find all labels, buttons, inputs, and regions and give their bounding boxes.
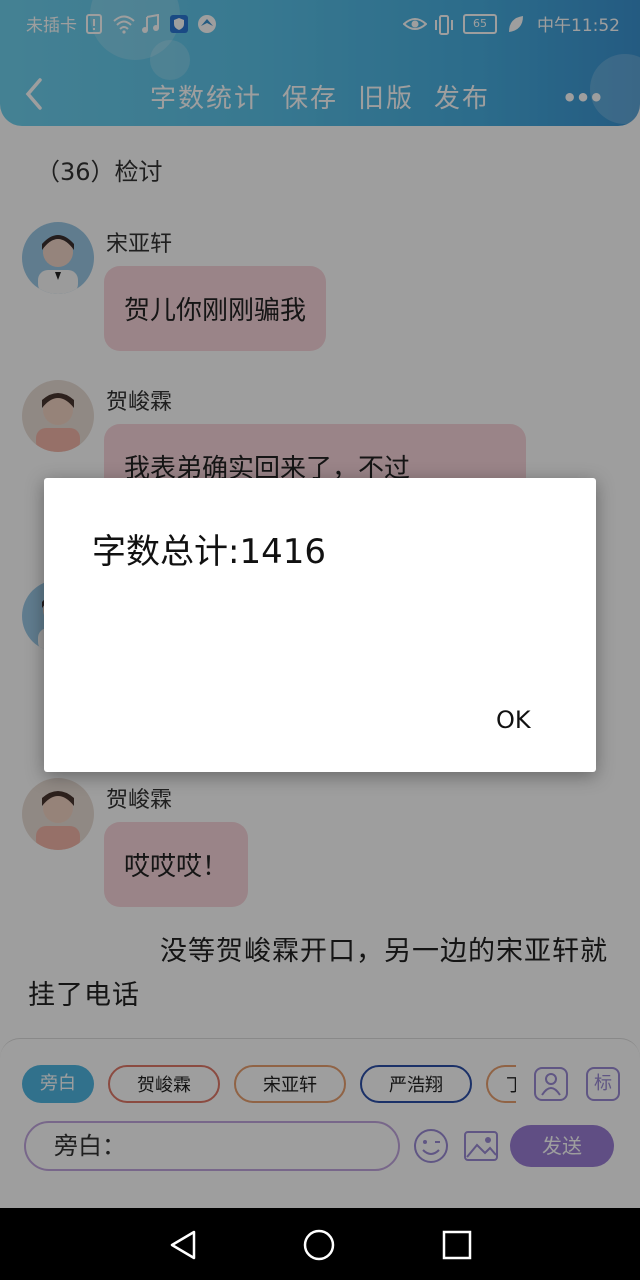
nav-recents-icon[interactable] xyxy=(440,1228,474,1266)
nav-home-icon[interactable] xyxy=(302,1228,336,1266)
nav-back-icon[interactable] xyxy=(166,1228,200,1266)
system-nav-bar xyxy=(0,1208,640,1280)
dialog-ok-button[interactable]: OK xyxy=(496,706,531,734)
word-count-dialog: 字数总计:1416 OK xyxy=(44,478,596,772)
dialog-message: 字数总计:1416 xyxy=(92,532,326,572)
